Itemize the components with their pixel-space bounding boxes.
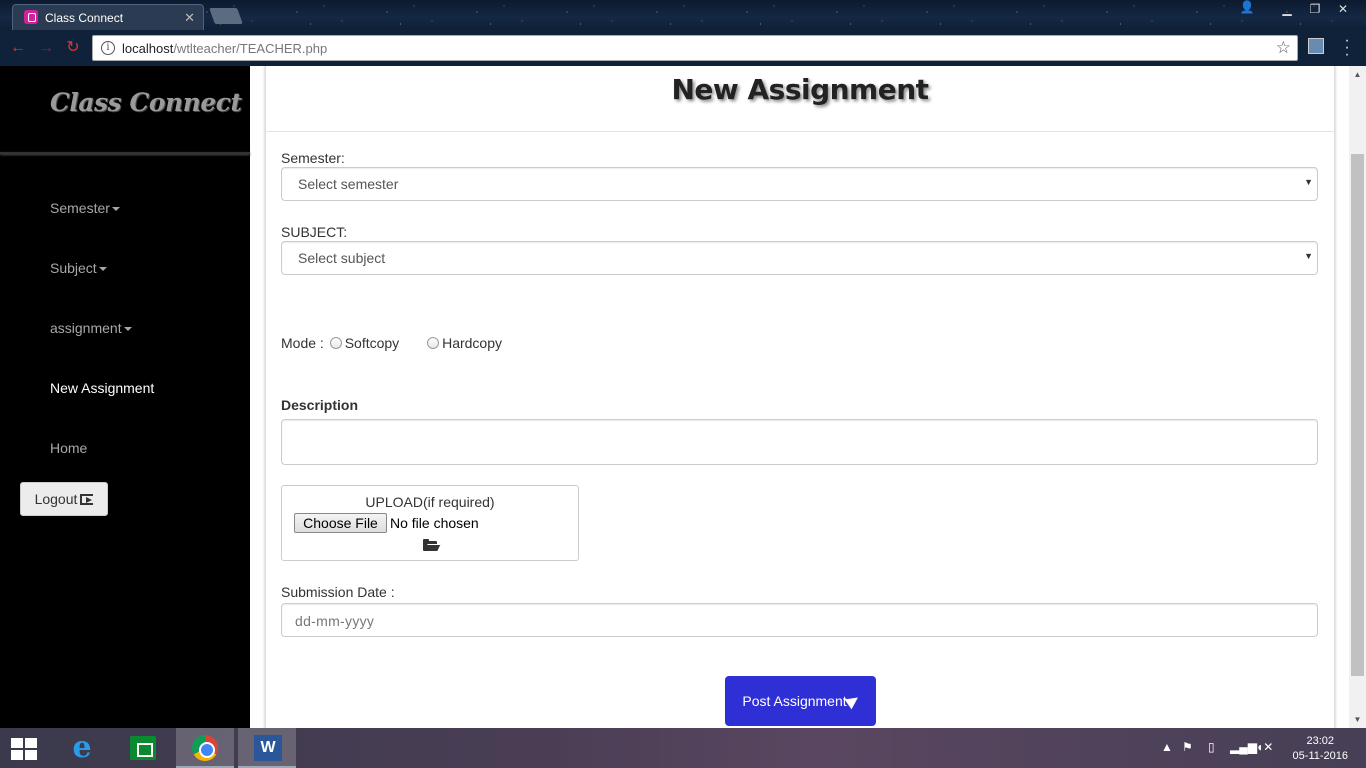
volume-muted-icon[interactable]: ◖✕ (1256, 740, 1273, 754)
caret-down-icon (111, 207, 120, 212)
softcopy-radio-label[interactable]: Softcopy (345, 335, 399, 351)
back-arrow-icon[interactable]: ← (8, 38, 28, 58)
description-textarea[interactable] (281, 419, 1318, 465)
store-icon (130, 736, 156, 760)
action-center-flag-icon[interactable]: ⚑ (1182, 740, 1193, 754)
word-icon: W (254, 735, 282, 761)
folder-open-icon (423, 539, 441, 551)
submission-date-input[interactable]: dd-mm-yyyy (281, 603, 1318, 637)
assignment-form-card: New Assignment Semester: Select semester… (265, 66, 1335, 728)
clock-time: 23:02 (1306, 735, 1335, 747)
browser-tab[interactable]: Class Connect ✕ (12, 4, 204, 30)
address-bar[interactable]: i localhost/wtlteacher/TEACHER.php ☆ (92, 35, 1298, 61)
extension-icon[interactable] (1308, 38, 1324, 54)
dropdown-arrow-icon: ▼ (1304, 177, 1313, 187)
upload-panel: UPLOAD(if required) Choose File No file … (281, 485, 579, 561)
power-icon[interactable]: ▯ (1208, 740, 1215, 754)
logout-button[interactable]: Logout (20, 482, 108, 516)
mode-radio-group: Mode : Softcopy Hardcopy (281, 335, 524, 351)
taskbar-internet-explorer[interactable]: e (52, 728, 110, 768)
tray-expand-icon[interactable]: ▲ (1161, 740, 1173, 754)
subject-select[interactable]: Select subject ▼ (281, 241, 1318, 275)
network-signal-icon[interactable]: ▂▄▆ (1230, 740, 1257, 754)
minimize-icon[interactable]: ▁ (1274, 0, 1300, 18)
windows-taskbar: e W ▲ ⚑ ▯ ▂▄▆ ◖✕ 23:02 05-11-2016 (0, 728, 1366, 768)
sign-out-icon (80, 494, 94, 505)
semester-label: Semester: (281, 150, 345, 166)
internet-explorer-icon: e (72, 730, 92, 765)
logout-label: Logout (34, 491, 78, 507)
reload-icon[interactable]: ↻ (63, 38, 83, 58)
subject-label: SUBJECT: (281, 224, 348, 240)
sidebar: Class Connect Semester Subject assignmen… (0, 66, 250, 728)
close-window-icon[interactable]: ✕ (1330, 0, 1356, 18)
taskbar-word[interactable]: W (238, 728, 296, 768)
tab-close-icon[interactable]: ✕ (184, 10, 195, 26)
forward-arrow-icon[interactable]: → (36, 38, 56, 58)
scrollbar-thumb[interactable] (1351, 154, 1364, 676)
upload-label: UPLOAD(if required) (365, 494, 495, 510)
page-title: New Assignment (671, 73, 929, 106)
softcopy-radio[interactable] (329, 337, 342, 349)
brand-logo[interactable]: Class Connect (50, 88, 242, 117)
sidebar-item-home[interactable]: Home (50, 440, 87, 456)
dropdown-arrow-icon: ▼ (1304, 251, 1313, 261)
post-assignment-button[interactable]: Post Assignment (725, 676, 876, 726)
site-info-icon[interactable]: i (101, 41, 115, 55)
taskbar-store[interactable] (114, 728, 172, 768)
page: Class Connect Semester Subject assignmen… (0, 66, 1366, 728)
semester-select[interactable]: Select semester ▼ (281, 167, 1318, 201)
browser-titlebar: Class Connect ✕ 👤 ▁ ❐ ✕ (0, 0, 1366, 30)
scroll-up-icon[interactable]: ▲ (1349, 66, 1366, 83)
user-profile-icon[interactable]: 👤 (1234, 0, 1260, 18)
browser-toolbar: ← → ↻ i localhost/wtlteacher/TEACHER.php… (0, 30, 1366, 66)
caret-down-icon (98, 267, 107, 272)
title-divider (266, 131, 1334, 132)
semester-select-value: Select semester (298, 176, 399, 192)
page-scrollbar[interactable]: ▲ ▼ (1349, 66, 1366, 728)
scroll-down-icon[interactable]: ▼ (1349, 711, 1366, 728)
taskbar-chrome[interactable] (176, 728, 234, 768)
windows-start-icon[interactable] (11, 738, 39, 760)
sidebar-item-label: Semester (50, 200, 110, 216)
tab-title: Class Connect (45, 11, 124, 25)
sidebar-item-assignment[interactable]: assignment (50, 320, 132, 336)
post-assignment-label: Post Assignment (742, 693, 847, 709)
description-label: Description (281, 397, 359, 413)
choose-file-button[interactable]: Choose File (294, 513, 387, 533)
submission-date-label: Submission Date : (281, 584, 395, 600)
system-clock[interactable]: 23:02 05-11-2016 (1293, 734, 1348, 764)
hardcopy-radio-label[interactable]: Hardcopy (442, 335, 502, 351)
sidebar-item-label: Subject (50, 260, 97, 276)
chrome-icon (192, 735, 218, 761)
subject-select-value: Select subject (298, 250, 386, 266)
sidebar-item-semester[interactable]: Semester (50, 200, 120, 216)
sidebar-item-subject[interactable]: Subject (50, 260, 107, 276)
sidebar-divider (0, 152, 250, 154)
caret-down-icon (123, 327, 132, 332)
new-tab-button[interactable] (209, 8, 243, 24)
sidebar-item-label: New Assignment (50, 380, 155, 396)
date-placeholder: dd-mm-yyyy (295, 613, 375, 629)
sidebar-item-new-assignment[interactable]: New Assignment (50, 380, 154, 396)
file-status-text: No file chosen (390, 515, 479, 531)
mode-label: Mode : (281, 335, 324, 351)
bookmark-star-icon[interactable]: ☆ (1276, 38, 1291, 58)
sidebar-item-label: assignment (50, 320, 122, 336)
hardcopy-radio[interactable] (427, 337, 440, 349)
restore-icon[interactable]: ❐ (1302, 0, 1328, 18)
sidebar-item-label: Home (50, 440, 88, 456)
class-connect-favicon-icon (24, 10, 38, 24)
clock-date: 05-11-2016 (1292, 750, 1348, 762)
url-text: localhost/wtlteacher/TEACHER.php (122, 41, 328, 56)
browser-menu-icon[interactable]: · · · (1344, 33, 1350, 63)
